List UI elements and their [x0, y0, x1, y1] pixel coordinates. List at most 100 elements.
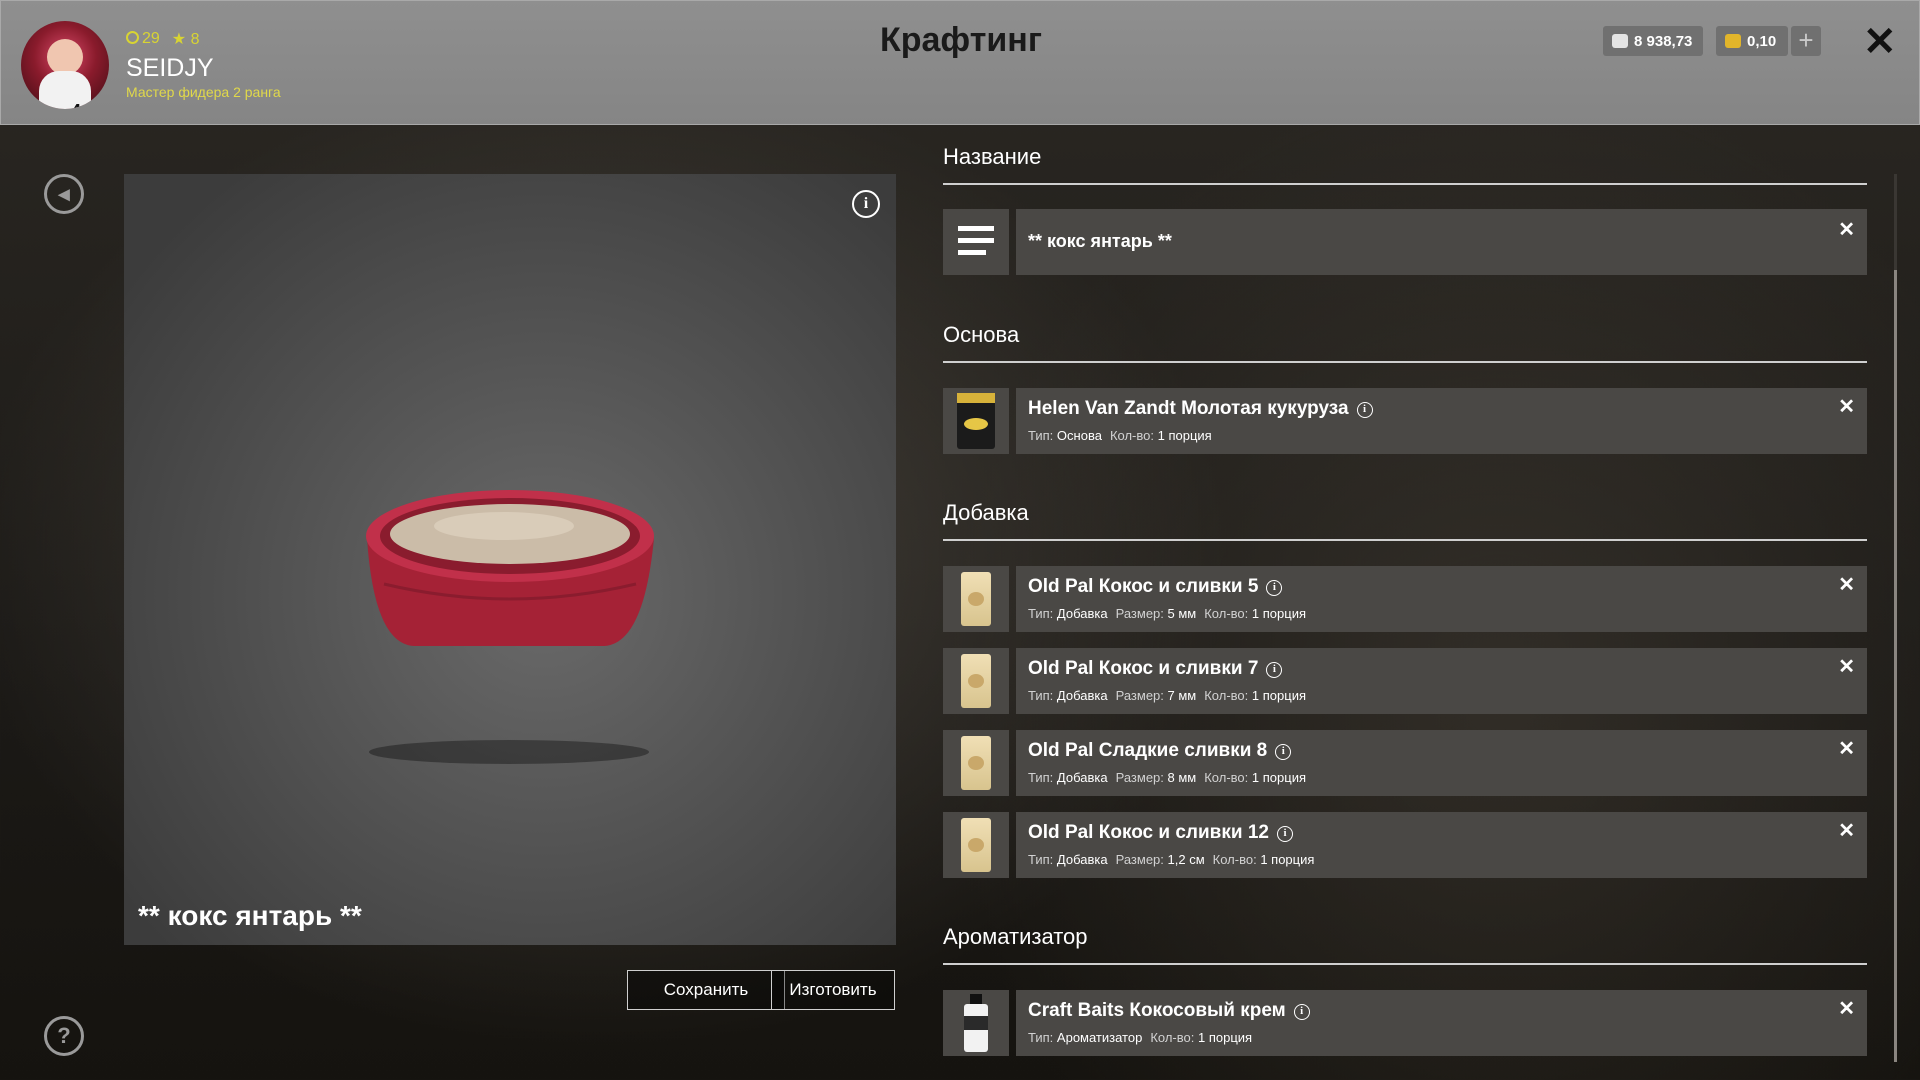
- hamburger-icon: [958, 226, 994, 255]
- size-value: 1,2 см: [1167, 852, 1205, 867]
- close-icon[interactable]: ✕: [1838, 818, 1855, 843]
- info-icon[interactable]: i: [1293, 1004, 1310, 1020]
- additive-item-title: Old Pal Сладкие сливки 8: [1028, 740, 1268, 761]
- info-icon[interactable]: i: [1275, 744, 1292, 760]
- size-value: 5 мм: [1167, 606, 1197, 621]
- base-item-name: Helen Van Zandt Молотая кукуруза i: [1028, 398, 1373, 420]
- base-item-row[interactable]: Helen Van Zandt Молотая кукуруза i Тип: О…: [1016, 388, 1867, 454]
- silver-balance-value: 8 938,73: [1634, 32, 1693, 50]
- type-value: Ароматизатор: [1056, 1030, 1143, 1045]
- size-value: 8 мм: [1167, 770, 1197, 785]
- info-icon[interactable]: i: [1266, 662, 1283, 678]
- additive-item-title: Old Pal Кокос и сливки 7: [1028, 658, 1259, 679]
- save-button[interactable]: Сохранить: [627, 970, 785, 1010]
- bait-bag-icon: [961, 572, 991, 626]
- qty-value: 1 порция: [1251, 770, 1306, 785]
- additive-item-row[interactable]: Old Pal Кокос и сливки 12 i Тип: Добавка Р…: [1016, 812, 1867, 878]
- craft-button[interactable]: Изготовить: [771, 970, 895, 1010]
- type-value: Добавка: [1056, 770, 1108, 785]
- qty-value: 1 порция: [1198, 1030, 1253, 1045]
- additive-item-name: Old Pal Кокос и сливки 7 i: [1028, 658, 1283, 680]
- qty-value: 1 порция: [1157, 428, 1212, 443]
- size-value: 7 мм: [1167, 688, 1197, 703]
- flavor-item-row[interactable]: Craft Baits Кокосовый крем i Тип: Аромати…: [1016, 990, 1867, 1056]
- close-icon[interactable]: ✕: [1838, 217, 1855, 242]
- gold-coins-icon: [1725, 34, 1741, 48]
- flavor-item-name: Craft Baits Кокосовый крем i: [1028, 1000, 1310, 1022]
- qty-label: Кол-во:: [1204, 770, 1249, 785]
- base-thumbnail: [943, 388, 1009, 454]
- gold-balance: 0,10: [1716, 26, 1788, 56]
- bait-bag-icon: [961, 654, 991, 708]
- add-currency-button[interactable]: +: [1791, 26, 1821, 56]
- type-value: Добавка: [1056, 606, 1108, 621]
- type-label: Тип:: [1028, 770, 1054, 785]
- close-icon[interactable]: ✕: [1838, 572, 1855, 597]
- qty-label: Кол-во:: [1150, 1030, 1195, 1045]
- info-icon[interactable]: i: [1266, 580, 1283, 596]
- close-icon[interactable]: ✕: [1838, 996, 1855, 1021]
- size-label: Размер:: [1115, 852, 1164, 867]
- close-button[interactable]: ✕: [1863, 19, 1897, 65]
- additive-item-meta: Тип: Добавка Размер: 8 мм Кол-во: 1 порция: [1028, 770, 1314, 785]
- recipe-name-value: ** кокс янтарь **: [1028, 231, 1172, 251]
- level-badge: 4: [71, 101, 81, 109]
- bait-bag-icon: [961, 736, 991, 790]
- scrollbar-thumb[interactable]: [1894, 270, 1897, 1062]
- size-label: Размер:: [1115, 606, 1164, 621]
- bowl-image: [366, 490, 654, 764]
- close-icon[interactable]: ✕: [1838, 736, 1855, 761]
- item-preview: [124, 174, 896, 945]
- additive-item-row[interactable]: Old Pal Сладкие сливки 8 i Тип: Добавка Ра…: [1016, 730, 1867, 796]
- section-divider: [943, 183, 1867, 185]
- preview-item-name: ** кокс янтарь **: [138, 900, 362, 931]
- top-bar: 4 29 ★ 8 SEIDJY Мастер фидера 2 ранга Кр…: [0, 0, 1920, 125]
- section-divider: [943, 539, 1867, 541]
- bait-bag-icon: [961, 818, 991, 872]
- additive-item-row[interactable]: Old Pal Кокос и сливки 7 i Тип: Добавка Ра…: [1016, 648, 1867, 714]
- qty-value: 1 порция: [1251, 688, 1306, 703]
- player-rank: Мастер фидера 2 ранга: [126, 84, 281, 100]
- qty-label: Кол-во:: [1212, 852, 1257, 867]
- back-icon[interactable]: ◂: [44, 174, 84, 214]
- additive-item-meta: Тип: Добавка Размер: 5 мм Кол-во: 1 порция: [1028, 606, 1314, 621]
- additive-item-title: Old Pal Кокос и сливки 12: [1028, 822, 1269, 843]
- type-value: Добавка: [1056, 852, 1108, 867]
- info-icon[interactable]: i: [852, 190, 880, 218]
- type-label: Тип:: [1028, 428, 1054, 443]
- flavor-bottle-icon: [964, 994, 988, 1052]
- flavor-item-meta: Тип: Ароматизатор Кол-во: 1 порция: [1028, 1030, 1260, 1045]
- close-icon[interactable]: ✕: [1838, 654, 1855, 679]
- qty-label: Кол-во:: [1204, 688, 1249, 703]
- rename-menu-button[interactable]: [943, 209, 1009, 275]
- size-label: Размер:: [1115, 688, 1164, 703]
- qty-value: 1 порция: [1251, 606, 1306, 621]
- type-label: Тип:: [1028, 606, 1054, 621]
- section-title-name: Название: [943, 144, 1042, 169]
- additive-thumbnail: [943, 648, 1009, 714]
- recipe-name-field[interactable]: ** кокс янтарь ** ✕: [1016, 209, 1867, 275]
- close-icon[interactable]: ✕: [1838, 394, 1855, 419]
- type-label: Тип:: [1028, 688, 1054, 703]
- section-title-base: Основа: [943, 322, 1020, 347]
- section-title-flavor: Ароматизатор: [943, 924, 1088, 949]
- section-title-additive: Добавка: [943, 500, 1029, 525]
- type-label: Тип:: [1028, 852, 1054, 867]
- help-icon[interactable]: ?: [44, 1016, 84, 1056]
- type-value: Основа: [1056, 428, 1102, 443]
- base-item-title: Helen Van Zandt Молотая кукуруза: [1028, 398, 1349, 419]
- section-divider: [943, 361, 1867, 363]
- type-label: Тип:: [1028, 1030, 1054, 1045]
- silver-balance: 8 938,73: [1603, 26, 1703, 56]
- additive-thumbnail: [943, 812, 1009, 878]
- additive-item-meta: Тип: Добавка Размер: 7 мм Кол-во: 1 порция: [1028, 688, 1314, 703]
- info-icon[interactable]: i: [1356, 402, 1373, 418]
- additive-item-row[interactable]: Old Pal Кокос и сливки 5 i Тип: Добавка Ра…: [1016, 566, 1867, 632]
- additive-item-meta: Тип: Добавка Размер: 1,2 см Кол-во: 1 порц…: [1028, 852, 1322, 867]
- additive-item-name: Old Pal Кокос и сливки 5 i: [1028, 576, 1283, 598]
- flavor-thumbnail: [943, 990, 1009, 1056]
- avatar-shirt: [39, 71, 91, 109]
- additive-thumbnail: [943, 730, 1009, 796]
- info-icon[interactable]: i: [1276, 826, 1293, 842]
- additive-item-title: Old Pal Кокос и сливки 5: [1028, 576, 1259, 597]
